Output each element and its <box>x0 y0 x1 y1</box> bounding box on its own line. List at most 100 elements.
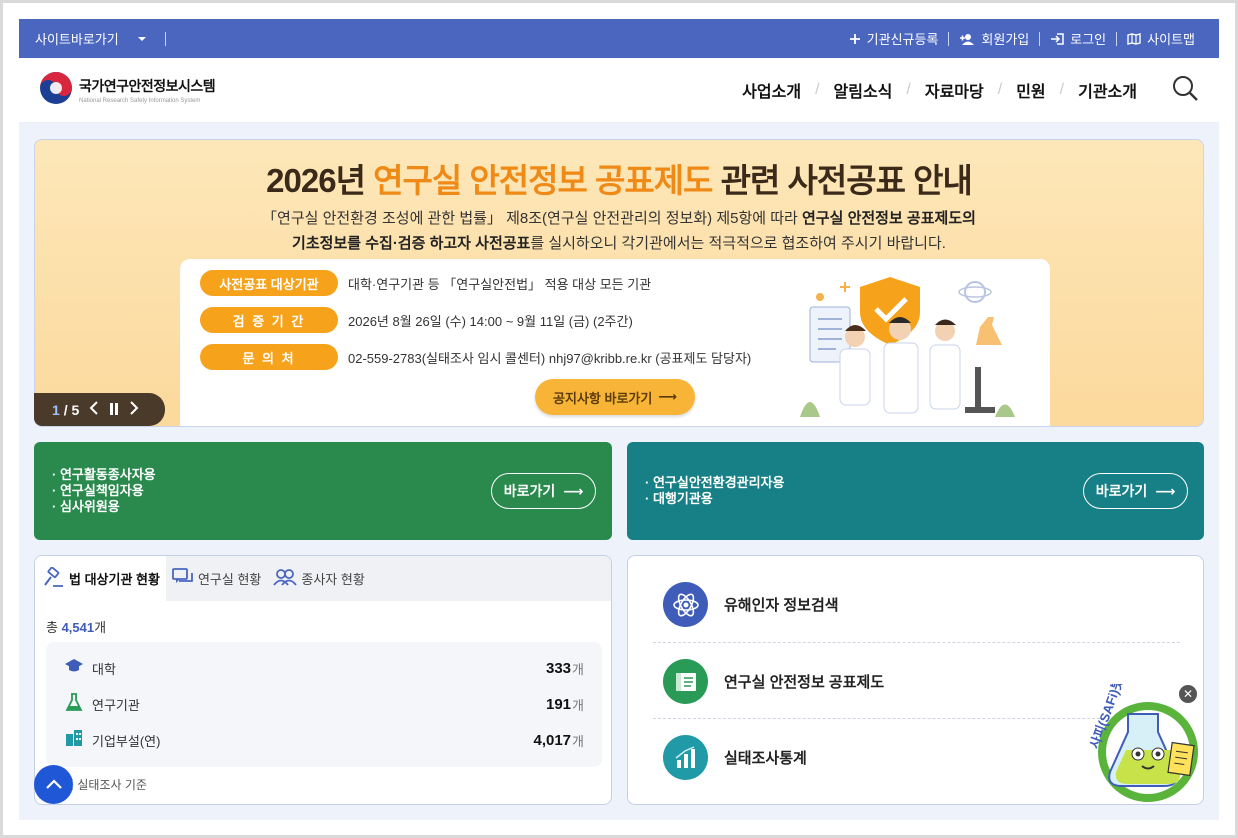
banner-title-highlight: 연구실 안전정보 공표제도 <box>373 162 713 199</box>
tab-legal-institutions[interactable]: 법 대상기관 현황 <box>35 556 166 601</box>
chevron-left-icon[interactable] <box>89 401 99 418</box>
list-item: · 연구실안전환경관리자용 <box>645 475 785 490</box>
quick-link-label: 연구실 안전정보 공표제도 <box>724 674 885 691</box>
researcher-go-button[interactable]: 바로가기 ⟶ <box>491 473 596 509</box>
tab-label: 연구실 현황 <box>197 572 262 587</box>
researcher-portal-list: · 연구활동종사자용 · 연구실책임자용 · 심사위원용 <box>52 467 156 515</box>
stat-unit: 개 <box>572 697 584 713</box>
register-institution-label: 기관신규등록 <box>866 32 939 47</box>
total-prefix: 총 <box>46 620 62 635</box>
nav-civil-petition[interactable]: 민원 <box>1002 78 1059 102</box>
banner-title-part1: 2026년 <box>266 162 374 199</box>
arrow-right-icon: ⟶ <box>658 389 677 404</box>
divider <box>164 31 166 46</box>
main-nav: 사업소개 / 알림소식 / 자료마당 / 민원 / 기관소개 <box>728 74 1199 107</box>
banner-info-row: 사전공표 대상기관 대학·연구기관 등 「연구실안전법」 적용 대상 모든 기관 <box>200 270 651 296</box>
tab-label: 종사자 현황 <box>301 572 365 587</box>
statistics-tabs: 법 대상기관 현황 연구실 현황 종사자 현황 <box>35 556 611 601</box>
sitemap-label: 사이트맵 <box>1147 32 1195 47</box>
quick-link-survey-statistics[interactable]: 실태조사통계 <box>663 735 807 780</box>
arrow-right-icon: ⟶ <box>563 482 584 499</box>
bar-chart-icon <box>663 735 708 780</box>
chevron-up-icon <box>45 776 62 794</box>
banner-info-row: 문 의 처 02-559-2783(실태조사 임시 콜센터) nhj97@kri… <box>200 344 751 370</box>
total-count: 총 4,541개 <box>46 617 106 636</box>
sitemap-link[interactable]: 사이트맵 <box>1117 29 1205 48</box>
list-item: · 연구활동종사자용 <box>52 467 156 482</box>
scroll-top-button[interactable] <box>34 765 73 804</box>
main-header: 국가연구안전정보시스템 National Research Safety Inf… <box>19 58 1219 123</box>
tab-laboratories[interactable]: 연구실 현황 <box>166 556 267 601</box>
tab-workers[interactable]: 종사자 현황 <box>267 556 370 601</box>
info-pill-period: 검 증 기 간 <box>200 307 338 333</box>
stat-label: 기업부설(연) <box>92 733 161 749</box>
manager-go-button[interactable]: 바로가기 ⟶ <box>1083 473 1188 509</box>
register-institution-link[interactable]: 기관신규등록 <box>839 29 949 48</box>
chat-icon <box>172 568 194 589</box>
site-shortcut-label: 사이트바로가기 <box>35 32 119 47</box>
main-banner-slider[interactable]: 2026년 연구실 안전정보 공표제도 관련 사전공표 안내 「연구실 안전환경… <box>34 139 1204 427</box>
atom-icon <box>663 582 708 627</box>
stat-label: 연구기관 <box>92 697 140 713</box>
nav-business-intro[interactable]: 사업소개 <box>728 78 815 102</box>
close-icon: ✕ <box>1182 687 1194 701</box>
info-pill-contact: 문 의 처 <box>200 344 338 370</box>
top-utility-bar: 사이트바로가기 기관신규등록 회원가입 로그인 사이트맵 <box>19 19 1219 58</box>
nav-institution-intro[interactable]: 기관소개 <box>1064 78 1151 102</box>
quick-link-label: 유해인자 정보검색 <box>724 597 839 614</box>
info-value-period: 2026년 8월 26일 (수) 14:00 ~ 9월 11일 (금) (2주간… <box>348 313 633 329</box>
stat-value: 333 <box>546 659 572 677</box>
stat-row-university: 대학 333 개 <box>64 658 584 678</box>
quick-link-disclosure-system[interactable]: 연구실 안전정보 공표제도 <box>663 659 884 704</box>
pager-total: / 5 <box>63 401 80 418</box>
nav-resources[interactable]: 자료마당 <box>911 78 998 102</box>
login-link[interactable]: 로그인 <box>1040 29 1116 48</box>
notice-shortcut-button[interactable]: 공지사항 바로가기 ⟶ <box>535 379 695 415</box>
map-icon <box>1127 32 1141 45</box>
chevron-right-icon[interactable] <box>129 401 139 418</box>
site-logo[interactable]: 국가연구안전정보시스템 National Research Safety Inf… <box>39 71 216 110</box>
info-pill-target: 사전공표 대상기관 <box>200 270 338 296</box>
gavel-icon <box>43 566 65 590</box>
divider <box>653 642 1180 643</box>
banner-desc-2b: 를 실시하오니 각기관에서는 적극적으로 협조하여 주시기 바랍니다. <box>530 235 946 252</box>
banner-desc-1a: 「연구실 안전환경 조성에 관한 법률」 제8조(연구실 안전관리의 정보화) … <box>262 210 802 227</box>
researcher-portal-card: · 연구활동종사자용 · 연구실책임자용 · 심사위원용 바로가기 ⟶ <box>34 442 612 540</box>
statistics-panel: 법 대상기관 현황 연구실 현황 종사자 현황 총 4,541개 대학 333 개… <box>34 555 612 805</box>
banner-desc-2a: 기초정보를 수집·검증 하고자 사전공표 <box>292 235 531 252</box>
stat-row-research-institute: 연구기관 191 개 <box>64 692 584 716</box>
banner-pager: 1 / 5 <box>34 393 165 426</box>
login-label: 로그인 <box>1070 32 1107 47</box>
people-icon <box>273 568 298 589</box>
go-button-label: 바로가기 <box>1095 483 1148 499</box>
book-icon <box>663 659 708 704</box>
logo-title: 국가연구안전정보시스템 <box>79 78 216 94</box>
info-value-target: 대학·연구기관 등 「연구실안전법」 적용 대상 모든 기관 <box>348 276 652 292</box>
signup-link[interactable]: 회원가입 <box>949 29 1039 48</box>
stat-value: 4,017 <box>533 731 572 749</box>
total-value: 4,541 <box>61 620 95 635</box>
stat-unit: 개 <box>572 733 584 749</box>
banner-desc-1b: 연구실 안전정보 공표제도의 <box>802 210 976 227</box>
list-item: · 연구실책임자용 <box>52 483 144 498</box>
logo-subtitle: National Research Safety Information Sys… <box>79 98 201 104</box>
banner-description: 「연구실 안전환경 조성에 관한 법률」 제8조(연구실 안전관리의 정보화) … <box>35 206 1203 256</box>
list-item: · 대행기관용 <box>645 491 713 506</box>
arrow-right-icon: ⟶ <box>1155 482 1176 499</box>
search-icon[interactable] <box>1171 74 1199 107</box>
flask-icon <box>64 692 84 716</box>
site-shortcut-dropdown[interactable]: 사이트바로가기 <box>35 29 166 48</box>
go-button-label: 바로가기 <box>503 483 556 499</box>
researchers-illustration <box>800 277 1015 417</box>
graduation-cap-icon <box>64 658 84 679</box>
pause-icon[interactable] <box>109 402 119 418</box>
close-mascot-button[interactable]: ✕ <box>1179 685 1197 703</box>
banner-info-card: 사전공표 대상기관 대학·연구기관 등 「연구실안전법」 적용 대상 모든 기관… <box>180 259 1050 426</box>
stat-value: 191 <box>546 695 572 713</box>
quick-link-hazard-search[interactable]: 유해인자 정보검색 <box>663 582 839 627</box>
add-user-icon <box>959 33 975 45</box>
list-item: · 심사위원용 <box>52 499 120 514</box>
stat-label: 대학 <box>92 661 116 677</box>
banner-title-part2: 관련 사전공표 안내 <box>712 162 973 199</box>
nav-news[interactable]: 알림소식 <box>820 78 907 102</box>
